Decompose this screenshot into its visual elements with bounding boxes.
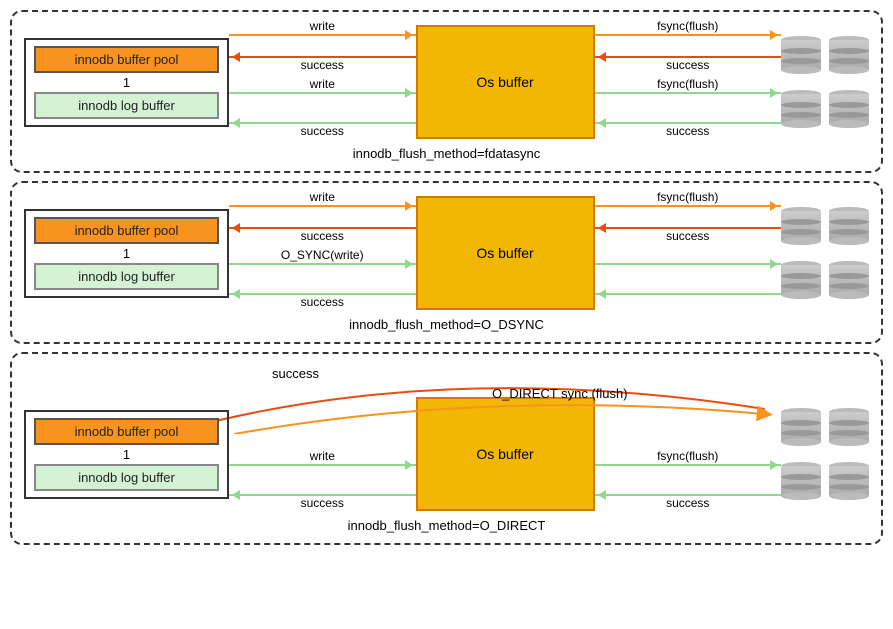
database-icon bbox=[781, 462, 821, 500]
database-icon bbox=[829, 261, 869, 299]
panel-odsync: innodb buffer pool 1 innodb log buffer w… bbox=[10, 181, 883, 344]
lbl-write2: write bbox=[310, 77, 335, 91]
os-buffer: Os buffer bbox=[416, 397, 595, 511]
lbl-rsucc: success bbox=[666, 229, 709, 243]
db-cylinders bbox=[781, 408, 869, 500]
log-buffer: innodb log buffer bbox=[34, 464, 219, 491]
db-cylinders bbox=[781, 207, 869, 299]
db-cylinders bbox=[781, 36, 869, 128]
lbl-fsync2: fsync(flush) bbox=[657, 77, 718, 91]
innodb-box: innodb buffer pool 1 innodb log buffer bbox=[24, 209, 229, 298]
caption: innodb_flush_method=fdatasync bbox=[24, 146, 869, 161]
curve-lbl-success: success bbox=[272, 366, 319, 381]
log-buffer: innodb log buffer bbox=[34, 92, 219, 119]
database-icon bbox=[781, 408, 821, 446]
lbl-success2: success bbox=[301, 295, 344, 309]
lbl-rsucc: success bbox=[666, 496, 709, 510]
lbl-success2: success bbox=[301, 124, 344, 138]
database-icon bbox=[781, 207, 821, 245]
right-arrows: fsync(flush) success bbox=[595, 394, 782, 514]
lbl-write: write bbox=[310, 19, 335, 33]
panel-row: innodb buffer pool 1 innodb log buffer w… bbox=[24, 394, 869, 514]
caption: innodb_flush_method=O_DSYNC bbox=[24, 317, 869, 332]
lbl-fsync: fsync(flush) bbox=[657, 449, 718, 463]
left-arrows: write success O_SYNC(write) success bbox=[229, 193, 416, 313]
database-icon bbox=[781, 36, 821, 74]
number-1: 1 bbox=[34, 246, 219, 261]
database-icon bbox=[781, 90, 821, 128]
lbl-rsucc: success bbox=[666, 58, 709, 72]
panel-row: innodb buffer pool 1 innodb log buffer w… bbox=[24, 22, 869, 142]
panel-odirect: success O_DIRECT sync (flush) innodb buf… bbox=[10, 352, 883, 545]
left-arrows: write success write success bbox=[229, 22, 416, 142]
number-1: 1 bbox=[34, 447, 219, 462]
panel-row: innodb buffer pool 1 innodb log buffer w… bbox=[24, 193, 869, 313]
lbl-fsync: fsync(flush) bbox=[657, 19, 718, 33]
lbl-write: write bbox=[310, 190, 335, 204]
number-1: 1 bbox=[34, 75, 219, 90]
database-icon bbox=[829, 462, 869, 500]
panel-fdatasync: innodb buffer pool 1 innodb log buffer w… bbox=[10, 10, 883, 173]
database-icon bbox=[829, 90, 869, 128]
os-buffer: Os buffer bbox=[416, 196, 595, 310]
database-icon bbox=[829, 207, 869, 245]
lbl-success: success bbox=[301, 58, 344, 72]
lbl-fsync: fsync(flush) bbox=[657, 190, 718, 204]
database-icon bbox=[829, 408, 869, 446]
lbl-rsucc2: success bbox=[666, 124, 709, 138]
innodb-box: innodb buffer pool 1 innodb log buffer bbox=[24, 38, 229, 127]
buffer-pool: innodb buffer pool bbox=[34, 217, 219, 244]
lbl-osync: O_SYNC(write) bbox=[281, 248, 364, 262]
os-buffer: Os buffer bbox=[416, 25, 595, 139]
log-buffer: innodb log buffer bbox=[34, 263, 219, 290]
lbl-write: write bbox=[310, 449, 335, 463]
innodb-box: innodb buffer pool 1 innodb log buffer bbox=[24, 410, 229, 499]
buffer-pool: innodb buffer pool bbox=[34, 46, 219, 73]
lbl-success: success bbox=[301, 496, 344, 510]
right-arrows: fsync(flush) success fsync(flush) succes… bbox=[595, 22, 782, 142]
database-icon bbox=[781, 261, 821, 299]
lbl-success: success bbox=[301, 229, 344, 243]
buffer-pool: innodb buffer pool bbox=[34, 418, 219, 445]
right-arrows: fsync(flush) success bbox=[595, 193, 782, 313]
left-arrows: write success bbox=[229, 394, 416, 514]
caption: innodb_flush_method=O_DIRECT bbox=[24, 518, 869, 533]
database-icon bbox=[829, 36, 869, 74]
